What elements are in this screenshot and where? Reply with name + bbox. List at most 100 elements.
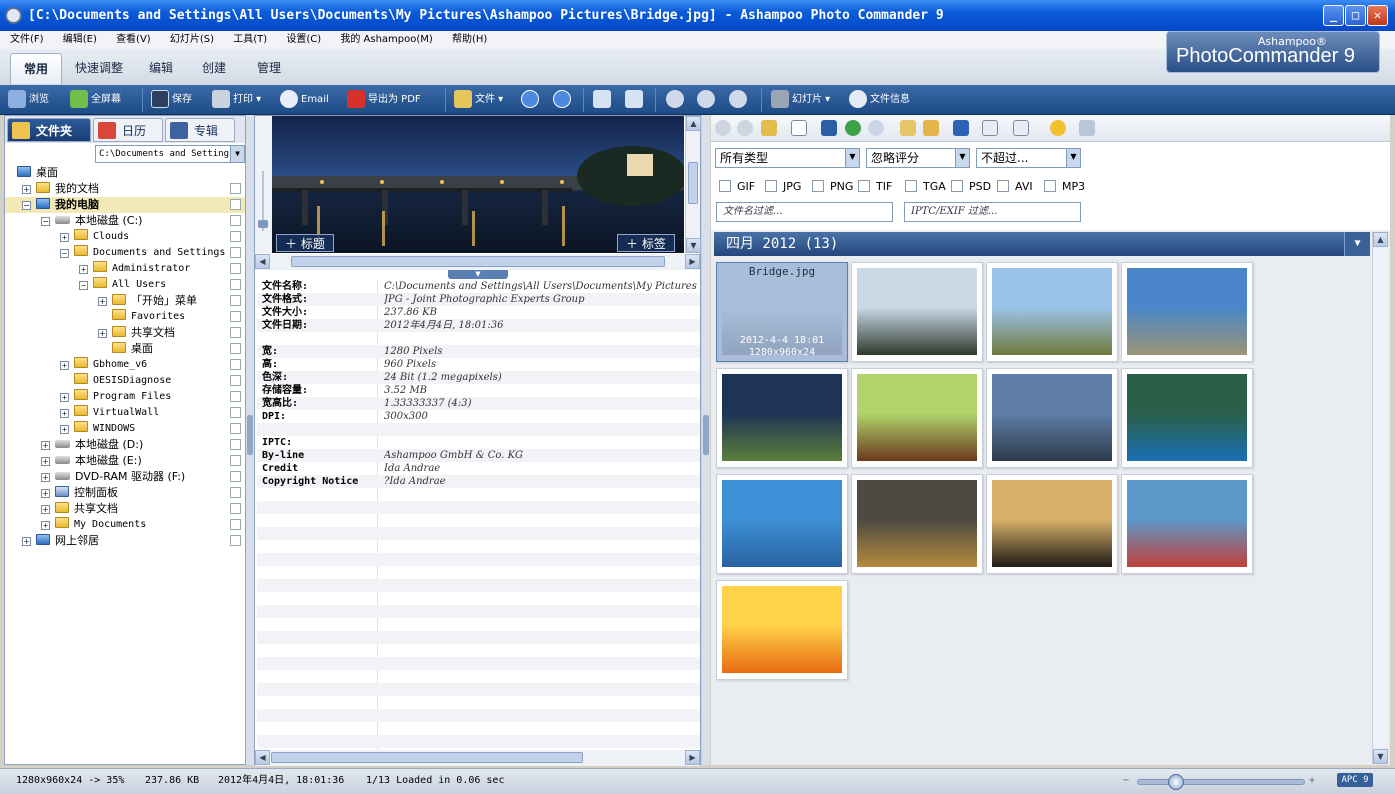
tree-item[interactable]: + Clouds [5,229,245,245]
browse-button[interactable]: 浏览 [8,89,49,111]
tree-item-checkbox[interactable] [230,503,241,514]
menu-tools[interactable]: 工具(T) [223,31,273,49]
expand-icon[interactable]: + [60,361,69,370]
tree-item-checkbox[interactable] [230,295,241,306]
filetype-checkbox-jpg[interactable]: JPG [765,180,801,194]
tree-item-checkbox[interactable] [230,407,241,418]
tree-item-checkbox[interactable] [230,311,241,322]
find-folder-icon[interactable] [900,120,916,136]
folder-up-icon[interactable] [761,120,777,136]
add-title-button[interactable]: ＋ 标题 [276,234,334,252]
preview-zoom-knob[interactable] [258,220,268,228]
search-icon[interactable] [868,120,884,136]
tree-item[interactable]: − All Users [5,277,245,293]
filetype-checkbox-mp3[interactable]: MP3 [1044,180,1085,194]
photo-thumbnail[interactable] [716,474,848,574]
tree-item[interactable]: + 本地磁盘 (E:) [5,453,245,469]
expand-icon[interactable]: + [41,489,50,498]
filetype-checkbox-png[interactable]: PNG [812,180,853,194]
scroll-up-icon[interactable]: ▲ [1373,232,1388,247]
info-hscroll-thumb[interactable] [271,752,583,763]
collapse-preview-toggle[interactable]: ▼ [448,270,508,279]
type-filter-select[interactable]: 所有类型 ▼ [715,148,860,168]
tree-item[interactable]: OESISDiagnose [5,373,245,389]
group-header[interactable]: 四月 2012 (13) ▼ [714,232,1370,256]
back-button[interactable] [521,89,542,111]
tab-manage[interactable]: 管理 [244,53,294,84]
tree-item-checkbox[interactable] [230,215,241,226]
preview-hscroll-thumb[interactable] [291,256,665,267]
photo-thumbnail[interactable] [851,368,983,468]
left-splitter[interactable] [246,115,254,765]
nav-forward-icon[interactable] [737,120,753,136]
expand-icon[interactable]: + [60,233,69,242]
tree-item-checkbox[interactable] [230,375,241,386]
tab-albums[interactable]: 专辑 [165,118,235,142]
collapse-icon[interactable]: − [79,281,88,290]
checkbox-box[interactable] [858,180,870,192]
tree-item-checkbox[interactable] [230,343,241,354]
tab-folders[interactable]: 文件夹 [7,118,91,142]
expand-icon[interactable]: + [22,185,31,194]
window-icon[interactable] [791,120,807,136]
menu-view[interactable]: 查看(V) [106,31,157,49]
collapse-icon[interactable]: − [22,201,31,210]
scroll-right-icon[interactable]: ▶ [685,254,700,269]
tree-item[interactable]: + 共享文档 [5,501,245,517]
tree-item-checkbox[interactable] [230,487,241,498]
details-view-icon[interactable] [1013,120,1029,136]
zoom-slider-track[interactable] [1137,779,1305,785]
tree-item-checkbox[interactable] [230,455,241,466]
tab-edit[interactable]: 编辑 [136,53,186,84]
tree-item[interactable]: + VirtualWall [5,405,245,421]
tree-item[interactable]: + 本地磁盘 (D:) [5,437,245,453]
expand-icon[interactable]: + [79,265,88,274]
grid-view-icon[interactable] [821,120,837,136]
photo-thumbnail[interactable] [986,368,1118,468]
menu-my-ashampoo[interactable]: 我的 Ashampoo(M) [330,31,438,49]
new-folder-icon[interactable] [923,120,939,136]
zoom-plus-icon[interactable]: + [1309,769,1315,793]
limit-filter-select[interactable]: 不超过... ▼ [976,148,1081,168]
collapse-icon[interactable]: − [60,249,69,258]
expand-icon[interactable]: + [98,297,107,306]
star-icon[interactable] [1050,120,1066,136]
menu-slideshow[interactable]: 幻灯片(S) [160,31,220,49]
tree-item-checkbox[interactable] [230,247,241,258]
tree-item[interactable]: + 网上邻居 [5,533,245,549]
photo-thumbnail[interactable] [986,474,1118,574]
email-button[interactable]: Email [280,89,329,111]
app-icon[interactable] [5,7,22,24]
checkbox-box[interactable] [719,180,731,192]
filetype-checkbox-gif[interactable]: GIF [719,180,755,194]
rotate-left-button[interactable] [593,89,614,111]
scroll-left-icon[interactable]: ◀ [255,254,270,269]
photo-thumbnail[interactable] [716,580,848,680]
tree-item-checkbox[interactable] [230,263,241,274]
scroll-down-icon[interactable]: ▼ [1373,749,1388,764]
photo-thumbnail[interactable] [1121,262,1253,362]
menu-edit[interactable]: 编辑(E) [53,31,103,49]
slideshow-button[interactable]: 幻灯片 ▾ [771,89,830,111]
filetype-checkbox-avi[interactable]: AVI [997,180,1033,194]
nav-back-icon[interactable] [715,120,731,136]
close-button[interactable]: ✕ [1367,5,1388,26]
export-pdf-button[interactable]: 导出为 PDF [347,89,421,111]
tree-item-checkbox[interactable] [230,199,241,210]
clipboard-icon[interactable] [982,120,998,136]
tree-item[interactable]: + My Documents [5,517,245,533]
tree-item[interactable]: 桌面 [5,165,245,181]
iptc-filter-input[interactable]: IPTC/EXIF 过滤... [904,202,1081,222]
tree-item[interactable]: + 我的文档 [5,181,245,197]
scroll-down-icon[interactable]: ▼ [686,238,701,253]
zoom-out-button[interactable] [666,89,687,111]
fullscreen-button[interactable]: 全屏幕 [70,89,121,111]
menu-file[interactable]: 文件(F) [0,31,50,49]
tree-item-checkbox[interactable] [230,231,241,242]
tree-item-checkbox[interactable] [230,439,241,450]
rotate-right-button[interactable] [625,89,646,111]
zoom-slider-knob[interactable] [1168,774,1184,790]
copy-icon[interactable] [1079,120,1095,136]
scroll-left-icon[interactable]: ◀ [255,750,270,765]
scroll-up-icon[interactable]: ▲ [686,116,701,131]
